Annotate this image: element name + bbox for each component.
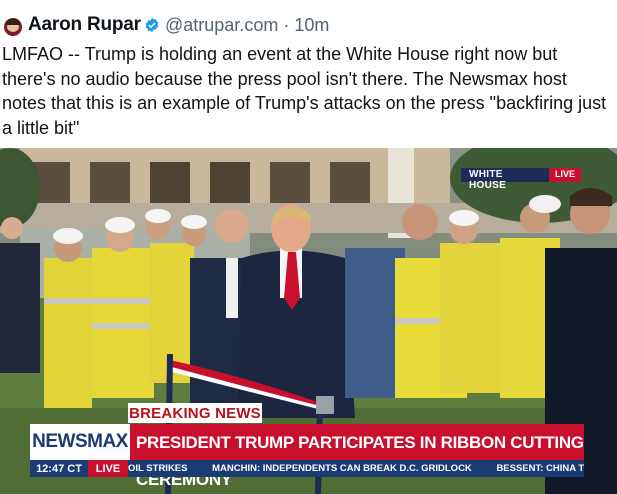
author-handle-timestamp[interactable]: @atrupar.com · 10m [165, 15, 329, 36]
network-live-label: LIVE [548, 168, 581, 182]
breaking-news-label: BREAKING NEWS [128, 403, 262, 423]
author-name[interactable]: Aaron Rupar [28, 14, 141, 36]
verified-badge-icon [145, 18, 159, 32]
tweet-text: LMFAO -- Trump is holding an event at th… [2, 44, 607, 138]
newsmax-logo: NEWSMAX [30, 424, 130, 460]
ticker-item: OIL STRIKES [128, 463, 188, 474]
news-ticker: OIL STRIKES MANCHIN: INDEPENDENTS CAN BR… [128, 460, 584, 477]
ticker-item: MANCHIN: INDEPENDENTS CAN BREAK D.C. GRI… [212, 463, 472, 474]
ticker-item: BESSENT: CHINA T [496, 463, 584, 474]
author-avatar[interactable] [4, 18, 22, 36]
tweet-header: Aaron Rupar @atrupar.com · 10m [0, 8, 617, 44]
network-bug-label: WHITE HOUSE [461, 168, 549, 191]
chyron-clock: 12:47 CT [30, 460, 88, 477]
chyron-live-tag: LIVE [88, 460, 128, 477]
network-bug: WHITE HOUSE LIVE [461, 168, 581, 191]
video-media[interactable]: WHITE HOUSE LIVE BREAKING NEWS NEWSMAX P… [0, 148, 617, 494]
chyron-headline: PRESIDENT TRUMP PARTICIPATES IN RIBBON C… [130, 424, 584, 489]
